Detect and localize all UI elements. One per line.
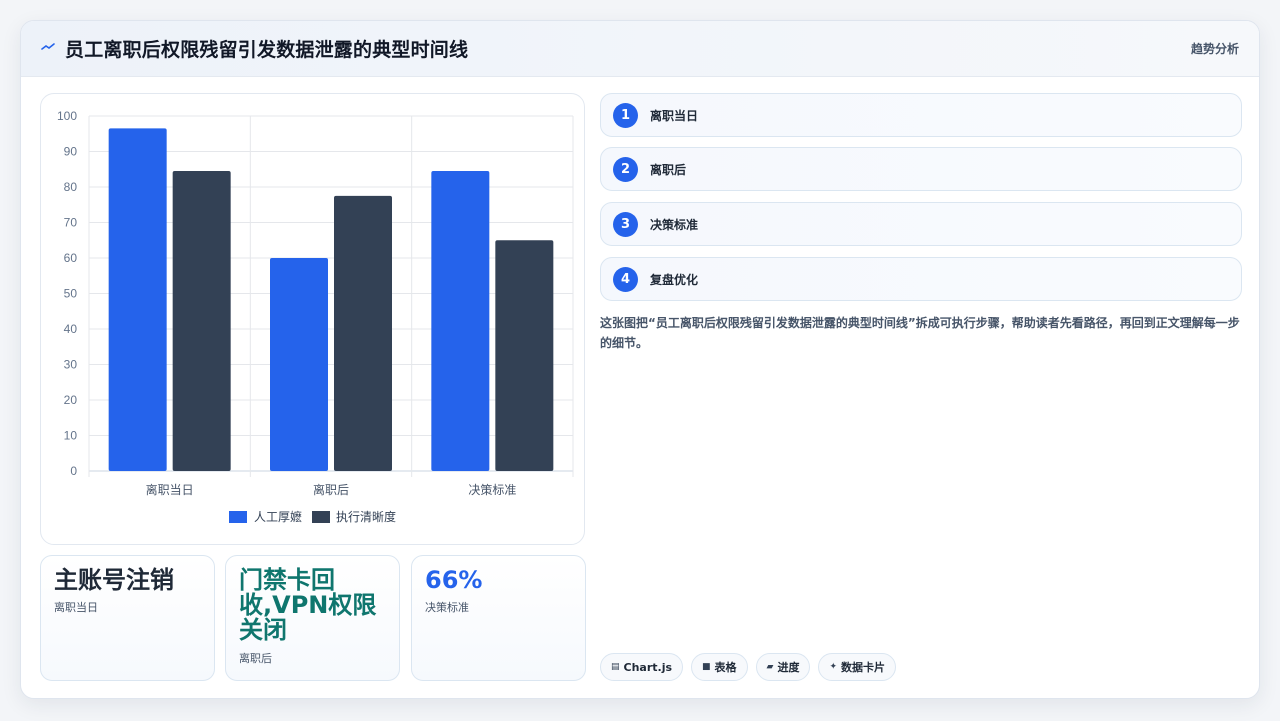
y-tick-label: 0 <box>70 464 77 478</box>
step-label: 离职后 <box>650 162 687 177</box>
step-item-1[interactable]: 1 离职当日 <box>600 93 1242 137</box>
step-label: 复盘优化 <box>650 272 699 287</box>
bar <box>334 195 392 471</box>
app-window: 员工离职后权限残留引发数据泄露的典型时间线 趋势分析 0 10 20 30 40 50 60… <box>20 20 1260 699</box>
step-item-2[interactable]: 2 离职后 <box>600 147 1242 191</box>
step-number: 4 <box>613 266 638 292</box>
y-tick-label: 60 <box>64 251 78 265</box>
stat-label: 决策标准 <box>425 601 469 615</box>
y-tick-label: 100 <box>57 109 77 123</box>
tag-chartjs[interactable]: ▤ Chart.js <box>600 653 684 681</box>
tag-table[interactable]: ■ 表格 <box>691 653 748 681</box>
chart-card: 0 10 20 30 40 50 60 70 80 90 100 离职当日 离职后 决策标准人工厚嬷 执行清… <box>40 93 585 545</box>
description: 这张图把“员工离职后权限残留引发数据泄露的典型时间线”拆成可执行步骤，帮助读者先… <box>600 316 1240 350</box>
y-tick-label: 80 <box>64 180 78 194</box>
progress-icon: ▰ <box>766 662 774 672</box>
trend-analysis-link[interactable]: 趋势分析 <box>1191 40 1239 57</box>
legend-label: 人工厚嬷 <box>254 509 302 524</box>
bar <box>108 128 167 472</box>
bar <box>431 171 490 471</box>
tag-label: 进度 <box>777 661 800 674</box>
stat-card-1: 主账号注销 离职当日 <box>40 555 215 681</box>
trend-line-icon <box>41 40 55 58</box>
tag-label: 数据卡片 <box>841 661 886 674</box>
tag-data-card[interactable]: ✦ 数据卡片 <box>818 653 897 681</box>
x-tick-label: 决策标准 <box>468 483 516 497</box>
y-tick-label: 40 <box>64 322 78 336</box>
stat-label: 离职当日 <box>54 601 98 615</box>
step-item-3[interactable]: 3 决策标准 <box>600 202 1242 246</box>
x-tick-label: 离职当日 <box>146 482 194 497</box>
stat-card-3: 66% 决策标准 <box>411 555 586 681</box>
y-tick-label: 90 <box>64 145 78 159</box>
stat-value: 主账号注销 <box>54 566 174 594</box>
table-icon: ■ <box>702 662 711 672</box>
x-tick-label: 离职后 <box>313 482 349 497</box>
tag-progress[interactable]: ▰ 进度 <box>755 653 811 681</box>
legend-swatch <box>229 511 247 523</box>
y-tick-label: 70 <box>64 216 78 230</box>
y-tick-label: 10 <box>64 429 78 443</box>
step-label: 离职当日 <box>650 108 699 123</box>
step-number: 3 <box>613 211 638 237</box>
bar <box>172 171 231 471</box>
y-tick-label: 20 <box>64 393 78 407</box>
bar <box>495 240 554 471</box>
header: 员工离职后权限残留引发数据泄露的典型时间线 趋势分析 <box>21 21 1259 77</box>
chart-icon: ▤ <box>611 662 620 672</box>
step-number: 2 <box>613 156 638 182</box>
step-label: 决策标准 <box>650 217 699 232</box>
y-tick-label: 30 <box>64 358 78 372</box>
tag-label: 表格 <box>714 661 737 674</box>
legend-swatch <box>312 511 330 523</box>
y-tick-label: 50 <box>64 287 78 301</box>
tag-list: ▤ Chart.js ■ 表格 ▰ 进度 ✦ 数据卡片 <box>600 653 897 681</box>
stat-value: 门禁卡回收,VPN权限关闭 <box>239 566 377 645</box>
page-title: 员工离职后权限残留引发数据泄露的典型时间线 <box>65 39 469 61</box>
header-left: 员工离职后权限残留引发数据泄露的典型时间线 <box>41 35 468 62</box>
stat-label: 离职后 <box>239 651 272 665</box>
legend-label: 执行清晰度 <box>336 509 396 524</box>
tag-label: Chart.js <box>623 660 673 674</box>
sparkle-icon: ✦ <box>829 662 838 672</box>
bar <box>270 258 328 471</box>
stat-card-2: 门禁卡回收,VPN权限关闭 离职后 <box>225 555 400 681</box>
stat-value: 66% <box>425 566 483 594</box>
bar-chart: 0 10 20 30 40 50 60 70 80 90 100 离职当日 离职后 决策标准人工厚嬷 执行清… <box>57 109 574 524</box>
step-number: 1 <box>613 102 638 128</box>
step-item-4[interactable]: 4 复盘优化 <box>600 257 1242 301</box>
